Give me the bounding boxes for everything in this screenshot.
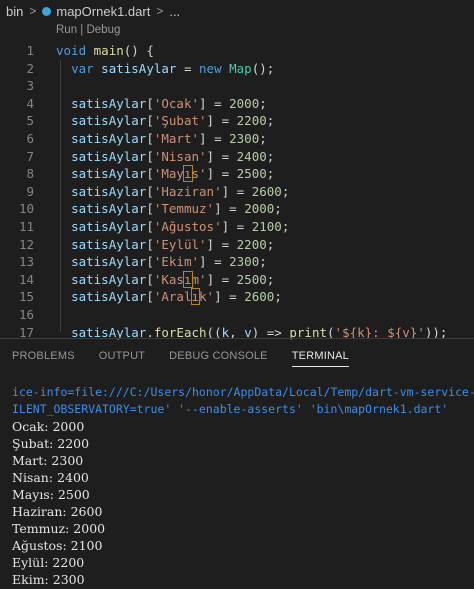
codelens-run-debug[interactable]: Run | Debug bbox=[56, 22, 120, 39]
code-line: 10 satisAylar['Temmuz'] = 2000; bbox=[0, 200, 474, 218]
line-number: 16 bbox=[18, 307, 34, 322]
code-text: satisAylar['Ağustos'] = 2100; bbox=[71, 219, 290, 234]
line-number: 12 bbox=[18, 236, 34, 252]
terminal-output-line: Ekim: 2300 bbox=[12, 572, 85, 587]
code-text: satisAylar['Mayıs'] = 2500; bbox=[71, 165, 275, 183]
code-line: 5 satisAylar['Şubat'] = 2200; bbox=[0, 112, 474, 130]
line-number: 2 bbox=[26, 60, 34, 76]
code-text: var satisAylar = new Map(); bbox=[71, 60, 275, 76]
tab-problems[interactable]: PROBLEMS bbox=[12, 339, 75, 373]
code-line: 15 satisAylar['Aralık'] = 2600; bbox=[0, 288, 474, 306]
code-line: 14 satisAylar['Kasım'] = 2500; bbox=[0, 270, 474, 289]
line-number: 9 bbox=[26, 183, 34, 199]
terminal-output-line: Mayıs: 2500 bbox=[12, 487, 90, 502]
code-line: 9 satisAylar['Haziran'] = 2600; bbox=[0, 183, 474, 201]
line-number: 10 bbox=[18, 201, 34, 217]
line-number: 6 bbox=[26, 131, 34, 146]
code-text: void main() { bbox=[56, 43, 154, 58]
terminal-output-line: Temmuz: 2000 bbox=[12, 521, 106, 536]
code-text: satisAylar['Temmuz'] = 2000; bbox=[71, 201, 282, 217]
line-number: 14 bbox=[18, 271, 34, 287]
panel-tab-bar: PROBLEMS OUTPUT DEBUG CONSOLE TERMINAL bbox=[0, 338, 474, 372]
code-text: satisAylar['Ocak'] = 2000; bbox=[71, 95, 267, 111]
code-text: satisAylar['Nisan'] = 2400; bbox=[71, 148, 275, 164]
code-line: 1 void main() { bbox=[0, 42, 474, 60]
code-line: 3 bbox=[0, 77, 474, 95]
chevron-right-icon: > bbox=[29, 4, 37, 18]
line-number: 5 bbox=[26, 113, 34, 129]
code-text: satisAylar['Mart'] = 2300; bbox=[71, 131, 267, 146]
tab-output[interactable]: OUTPUT bbox=[99, 339, 145, 373]
code-line: 2 var satisAylar = new Map(); bbox=[0, 60, 474, 78]
terminal-info-line: ILENT_OBSERVATORY=true' '--enable-assert… bbox=[12, 402, 449, 416]
code-text: satisAylar['Şubat'] = 2200; bbox=[71, 113, 275, 129]
code-text: satisAylar['Eylül'] = 2200; bbox=[71, 236, 275, 252]
line-number: 4 bbox=[26, 95, 34, 111]
code-editor[interactable]: Run | Debug 1 void main() { 2 var satisAyl… bbox=[0, 22, 474, 340]
breadcrumb: bin > mapOrnek1.dart > ... bbox=[0, 0, 474, 22]
code-text: satisAylar['Haziran'] = 2600; bbox=[71, 183, 290, 199]
terminal-output-line: Eylül: 2200 bbox=[12, 555, 85, 570]
terminal-output-line: Ağustos: 2100 bbox=[12, 538, 103, 553]
line-number: 3 bbox=[26, 78, 34, 94]
line-number: 8 bbox=[26, 166, 34, 182]
code-text: satisAylar['Aralık'] = 2600; bbox=[71, 288, 282, 306]
code-line: 4 satisAylar['Ocak'] = 2000; bbox=[0, 95, 474, 113]
code-text: satisAylar['Kasım'] = 2500; bbox=[71, 270, 275, 288]
code-text: satisAylar['Ekim'] = 2300; bbox=[71, 254, 267, 270]
breadcrumb-folder[interactable]: bin bbox=[6, 4, 23, 19]
tab-debug-console[interactable]: DEBUG CONSOLE bbox=[169, 339, 268, 373]
code-line: 16 bbox=[0, 306, 474, 324]
line-number: 11 bbox=[18, 219, 34, 234]
code-line: 11 satisAylar['Ağustos'] = 2100; bbox=[0, 218, 474, 236]
terminal-output-line: Mart: 2300 bbox=[12, 453, 84, 468]
line-number: 13 bbox=[18, 254, 34, 270]
terminal-output[interactable]: ice-info=file:///C:/Users/honor/AppData/… bbox=[0, 384, 474, 589]
terminal-output-line: Şubat: 2200 bbox=[12, 436, 90, 451]
code-line: 12 satisAylar['Eylül'] = 2200; bbox=[0, 236, 474, 254]
line-number: 7 bbox=[26, 148, 34, 164]
dart-file-icon bbox=[42, 6, 52, 16]
code-line: 7 satisAylar['Nisan'] = 2400; bbox=[0, 148, 474, 166]
tab-terminal[interactable]: TERMINAL bbox=[291, 339, 350, 373]
line-number: 1 bbox=[26, 43, 34, 58]
code-line: 6 satisAylar['Mart'] = 2300; bbox=[0, 130, 474, 148]
terminal-output-line: Ocak: 2000 bbox=[12, 419, 85, 434]
terminal-output-line: Nisan: 2400 bbox=[12, 470, 89, 485]
breadcrumb-file[interactable]: mapOrnek1.dart bbox=[56, 4, 150, 19]
line-number: 15 bbox=[18, 289, 34, 305]
terminal-output-line: Haziran: 2600 bbox=[12, 504, 103, 519]
code-line: 13 satisAylar['Ekim'] = 2300; bbox=[0, 253, 474, 271]
chevron-right-icon: > bbox=[156, 4, 164, 18]
terminal-output-lines: Ocak: 2000 Şubat: 2200 Mart: 2300 Nisan: 24… bbox=[12, 418, 474, 589]
code-line: 8 satisAylar['Mayıs'] = 2500; bbox=[0, 165, 474, 183]
breadcrumb-more[interactable]: ... bbox=[169, 4, 180, 19]
terminal-info-line: ice-info=file:///C:/Users/honor/AppData/… bbox=[12, 385, 474, 399]
